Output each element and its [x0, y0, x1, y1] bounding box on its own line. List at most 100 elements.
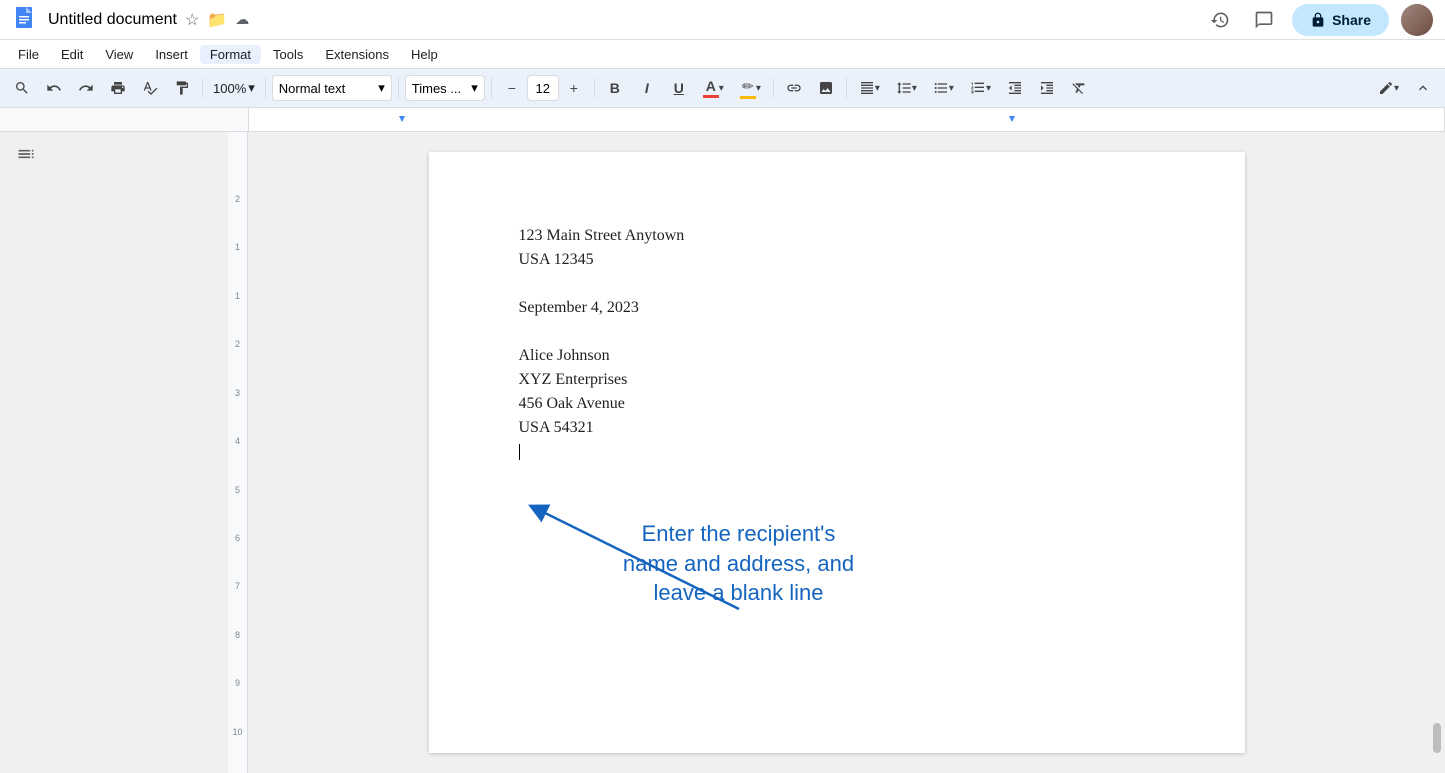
zoom-selector[interactable]: 100% ▾	[209, 78, 259, 98]
title-bar: Untitled document ☆ 📁 ☁ Share	[0, 0, 1445, 40]
italic-button[interactable]: I	[633, 74, 661, 102]
collapse-button[interactable]	[1409, 74, 1437, 102]
italic-label: I	[645, 80, 649, 96]
highlight-indicator: ✏	[740, 78, 756, 99]
search-button[interactable]	[8, 74, 36, 102]
font-size-area: − +	[498, 74, 588, 102]
cursor-line[interactable]	[519, 440, 1155, 464]
left-gutter: 2 1 1 2 3 4 5 6 7 8 9 10	[0, 132, 248, 773]
redo-button[interactable]	[72, 74, 100, 102]
increase-indent-button[interactable]	[1033, 74, 1061, 102]
text-color-bar	[703, 95, 719, 98]
increase-font-button[interactable]: +	[560, 74, 588, 102]
blank-line-2	[519, 320, 1155, 344]
blank-line-1	[519, 272, 1155, 296]
divider-3	[398, 78, 399, 98]
decrease-indent-button[interactable]	[1001, 74, 1029, 102]
menu-insert[interactable]: Insert	[145, 45, 198, 64]
highlight-chevron[interactable]: ▾	[756, 83, 761, 94]
ruler	[0, 108, 1445, 132]
text-cursor	[519, 444, 520, 460]
style-label: Normal text	[279, 81, 345, 96]
text-color-chevron[interactable]: ▾	[719, 83, 724, 94]
font-label: Times ...	[412, 81, 461, 96]
line-6: Alice Johnson	[519, 344, 1155, 368]
doc-title[interactable]: Untitled document	[48, 11, 177, 29]
menu-view[interactable]: View	[95, 45, 143, 64]
menu-help[interactable]: Help	[401, 45, 448, 64]
line-spacing-button[interactable]: ▾	[890, 74, 923, 102]
zoom-chevron: ▾	[248, 80, 255, 96]
insert-image-button[interactable]	[812, 74, 840, 102]
undo-button[interactable]	[40, 74, 68, 102]
vertical-ruler: 2 1 1 2 3 4 5 6 7 8 9 10	[228, 132, 248, 773]
paragraph-style-selector[interactable]: Normal text ▾	[272, 75, 392, 101]
menu-bar: File Edit View Insert Format Tools Exten…	[0, 40, 1445, 68]
annotation-line-3: leave a blank line	[653, 580, 823, 605]
folder-icon[interactable]: 📁	[207, 10, 227, 30]
scrollbar-thumb[interactable]	[1433, 723, 1441, 753]
menu-tools[interactable]: Tools	[263, 45, 313, 64]
star-icon[interactable]: ☆	[185, 10, 199, 30]
bold-button[interactable]: B	[601, 74, 629, 102]
highlight-button[interactable]: ✏ ▾	[734, 74, 767, 102]
line-8: 456 Oak Avenue	[519, 392, 1155, 416]
line-1: 123 Main Street Anytown	[519, 224, 1155, 248]
cloud-icon[interactable]: ☁	[235, 11, 249, 28]
zoom-label: 100%	[213, 81, 246, 96]
divider-2	[265, 78, 266, 98]
annotation-line-1: Enter the recipient's	[642, 521, 836, 546]
list-button[interactable]: ▾	[927, 74, 960, 102]
menu-format[interactable]: Format	[200, 45, 261, 64]
menu-edit[interactable]: Edit	[51, 45, 93, 64]
underline-button[interactable]: U	[665, 74, 693, 102]
font-chevron: ▾	[471, 80, 478, 96]
outline-icon[interactable]	[16, 144, 36, 169]
main-area: 2 1 1 2 3 4 5 6 7 8 9 10 123 Main Street…	[0, 132, 1445, 773]
align-button[interactable]: ▾	[853, 74, 886, 102]
doc-area[interactable]: 123 Main Street Anytown USA 12345 Septem…	[248, 132, 1425, 773]
line-9: USA 54321	[519, 416, 1155, 440]
right-sidebar	[1425, 132, 1445, 773]
line-4: September 4, 2023	[519, 296, 1155, 320]
font-size-input[interactable]	[527, 75, 559, 101]
highlight-bar	[740, 96, 756, 99]
history-button[interactable]	[1204, 6, 1236, 34]
text-color-indicator: A	[703, 78, 719, 98]
divider-7	[846, 78, 847, 98]
share-label: Share	[1332, 12, 1371, 28]
menu-file[interactable]: File	[8, 45, 49, 64]
bold-label: B	[610, 80, 620, 96]
line-2: USA 12345	[519, 248, 1155, 272]
increase-icon: +	[570, 80, 578, 96]
decrease-icon: −	[508, 80, 516, 96]
paintformat-button[interactable]	[168, 74, 196, 102]
menu-extensions[interactable]: Extensions	[315, 45, 399, 64]
annotation-line-2: name and address, and	[623, 551, 854, 576]
link-button[interactable]	[780, 74, 808, 102]
font-selector[interactable]: Times ... ▾	[405, 75, 485, 101]
comment-button[interactable]	[1248, 6, 1280, 34]
share-button[interactable]: Share	[1292, 4, 1389, 36]
avatar[interactable]	[1401, 4, 1433, 36]
print-button[interactable]	[104, 74, 132, 102]
divider-4	[491, 78, 492, 98]
divider-1	[202, 78, 203, 98]
ruler-track	[248, 108, 1445, 131]
text-color-button[interactable]: A ▾	[697, 74, 730, 102]
divider-5	[594, 78, 595, 98]
divider-6	[773, 78, 774, 98]
line-7: XYZ Enterprises	[519, 368, 1155, 392]
document-content[interactable]: 123 Main Street Anytown USA 12345 Septem…	[519, 224, 1155, 464]
underline-label: U	[674, 80, 684, 96]
handwritten-annotation: Enter the recipient's name and address, …	[574, 519, 904, 608]
numbered-list-button[interactable]: ▾	[964, 74, 997, 102]
spellcheck-button[interactable]	[136, 74, 164, 102]
page[interactable]: 123 Main Street Anytown USA 12345 Septem…	[429, 152, 1245, 753]
clear-formatting-button[interactable]	[1065, 74, 1093, 102]
edit-pen-button[interactable]: ▾	[1372, 74, 1405, 102]
title-bar-left: Untitled document ☆ 📁 ☁	[12, 6, 1204, 34]
toolbar: 100% ▾ Normal text ▾ Times ... ▾ − + B I…	[0, 68, 1445, 108]
style-chevron: ▾	[378, 80, 385, 96]
decrease-font-button[interactable]: −	[498, 74, 526, 102]
